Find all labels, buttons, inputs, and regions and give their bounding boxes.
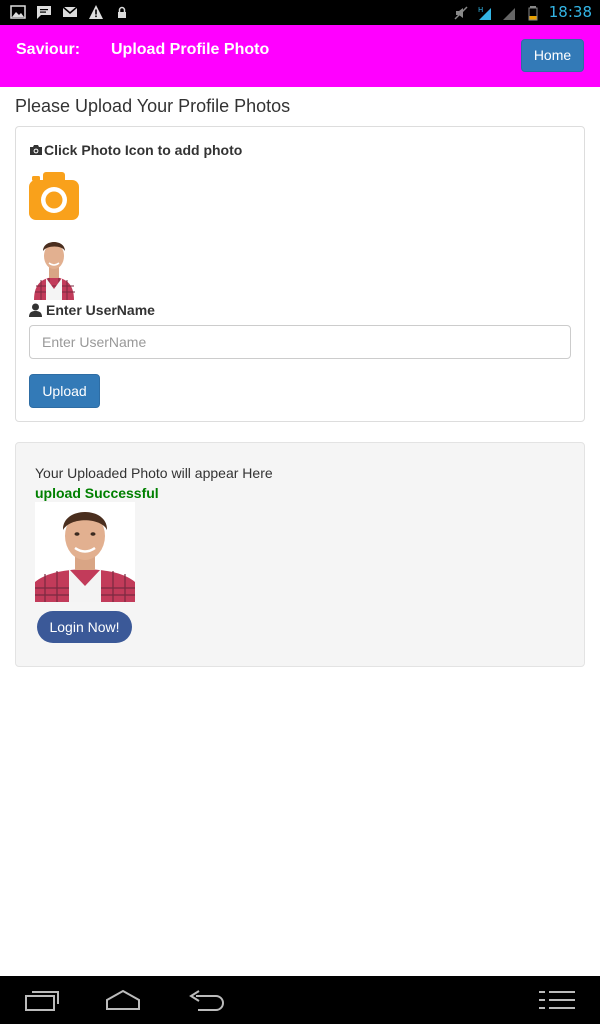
battery-icon: [528, 5, 538, 20]
username-input[interactable]: [29, 325, 571, 359]
home-icon[interactable]: [103, 988, 143, 1012]
user-icon: [29, 303, 42, 317]
result-panel: Your Uploaded Photo will appear Here upl…: [15, 442, 585, 667]
lock-icon: [118, 6, 126, 18]
status-right: H 18:38: [453, 2, 592, 23]
profile-photo-thumbnail: [29, 231, 79, 300]
warning-icon: [89, 5, 103, 19]
result-note: Your Uploaded Photo will appear Here: [35, 465, 273, 481]
signal-icon: [502, 7, 515, 20]
navigation-bar: [0, 976, 600, 1024]
gmail-icon: [62, 6, 78, 17]
clock: 18:38: [548, 3, 592, 21]
home-button[interactable]: Home: [521, 39, 584, 72]
back-icon[interactable]: [186, 988, 226, 1012]
upload-status: upload Successful: [35, 485, 159, 501]
app-header: Saviour: Upload Profile Photo Home: [0, 25, 600, 87]
uploaded-photo: [35, 502, 135, 602]
brand-name[interactable]: Saviour:: [16, 41, 80, 59]
recent-apps-icon[interactable]: [22, 988, 62, 1012]
click-hint: Click Photo Icon to add photo: [29, 142, 242, 158]
username-label-text: Enter UserName: [46, 302, 155, 318]
click-hint-text: Click Photo Icon to add photo: [44, 142, 243, 158]
login-now-button[interactable]: Login Now!: [37, 611, 132, 643]
gallery-icon: [10, 5, 26, 19]
upload-button[interactable]: Upload: [29, 374, 100, 408]
svg-text:H: H: [478, 6, 483, 14]
message-icon: [37, 6, 51, 19]
status-left: [10, 4, 130, 20]
camera-small-icon: [30, 145, 42, 155]
upload-panel: Click Photo Icon to add photo Enter User…: [15, 126, 585, 422]
menu-icon[interactable]: [537, 988, 577, 1012]
username-label: Enter UserName: [29, 302, 155, 318]
intro-text: Please Upload Your Profile Photos: [15, 96, 291, 116]
status-bar: H 18:38: [0, 0, 600, 25]
page-title: Upload Profile Photo: [111, 41, 270, 58]
mute-icon: [454, 5, 468, 20]
camera-icon[interactable]: [29, 172, 79, 221]
signal-h-icon: H: [478, 6, 491, 20]
